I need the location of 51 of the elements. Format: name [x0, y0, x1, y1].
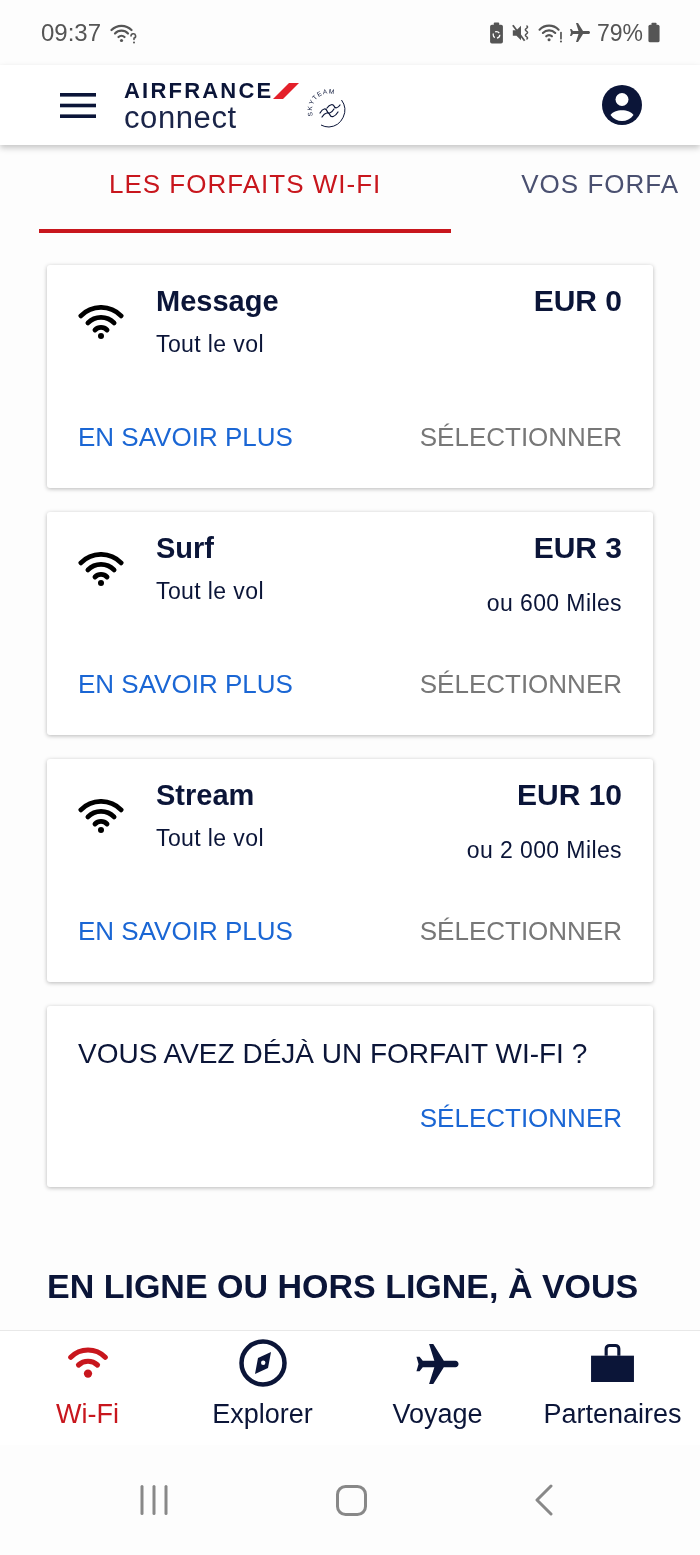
more-info-button[interactable]: EN SAVOIR PLUS [78, 666, 293, 702]
slash-mark-icon [273, 82, 300, 99]
wifi-icon [78, 552, 124, 586]
recents-icon [140, 1485, 168, 1515]
compass-icon [238, 1339, 287, 1387]
home-button[interactable] [336, 1484, 367, 1516]
battery-percent: 79% [596, 18, 643, 47]
speaker-muted-icon [510, 22, 531, 43]
status-time: 09:37 [41, 18, 102, 47]
tab[interactable]: VOS FORFA [451, 145, 700, 233]
battery-icon [648, 22, 660, 43]
nav-tab[interactable]: Voyage [350, 1331, 525, 1445]
battery-recycle-icon [488, 21, 504, 44]
plan-price: EUR 0 [533, 283, 622, 319]
back-button[interactable] [535, 1484, 553, 1516]
plan-name: Surf [156, 531, 214, 566]
nav-tab[interactable]: Wi-Fi [0, 1331, 175, 1445]
more-info-button[interactable]: EN SAVOIR PLUS [78, 913, 293, 949]
more-info-button[interactable]: EN SAVOIR PLUS [78, 419, 293, 455]
wifi-alert-icon [537, 22, 563, 43]
recents-button[interactable] [140, 1485, 168, 1515]
product-name: connect [124, 101, 238, 134]
menu-icon [60, 92, 96, 118]
back-icon [535, 1484, 553, 1516]
wifi-icon [67, 1347, 108, 1378]
wifi-icon [78, 799, 124, 833]
plan-duration: Tout le vol [156, 825, 264, 851]
wifi-icon [78, 305, 124, 339]
profile-button[interactable] [602, 85, 642, 125]
tab[interactable]: LES FORFAITS WI-FI [39, 145, 452, 233]
airplane-icon [569, 23, 590, 42]
plan-price: EUR 10 [516, 777, 622, 813]
plan-miles: ou 600 Miles [486, 590, 622, 616]
plan-name: Message [156, 284, 279, 319]
plan-miles: ou 2 000 Miles [466, 837, 622, 863]
home-icon [336, 1484, 367, 1516]
select-button[interactable]: SÉLECTIONNER [419, 1100, 622, 1136]
section-heading: EN LIGNE OU HORS LIGNE, À VOUS [47, 1266, 639, 1306]
nav-tab[interactable]: Explorer [175, 1331, 350, 1445]
plan-duration: Tout le vol [156, 578, 264, 604]
shopping-bag-icon [591, 1343, 634, 1382]
plan-duration: Tout le vol [156, 331, 264, 357]
nav-tab[interactable]: Partenaires [525, 1331, 700, 1445]
existing-plan-question: VOUS AVEZ DÉJÀ UN FORFAIT WI-FI ? [78, 1037, 589, 1071]
plan-name: Stream [156, 778, 255, 813]
plan-price: EUR 3 [533, 530, 622, 566]
wifi-question-icon [110, 23, 138, 44]
airplane-icon [414, 1344, 461, 1384]
menu-button[interactable] [60, 92, 96, 118]
account-icon [602, 85, 642, 125]
brand-name: AIRFRANCE [124, 78, 274, 103]
